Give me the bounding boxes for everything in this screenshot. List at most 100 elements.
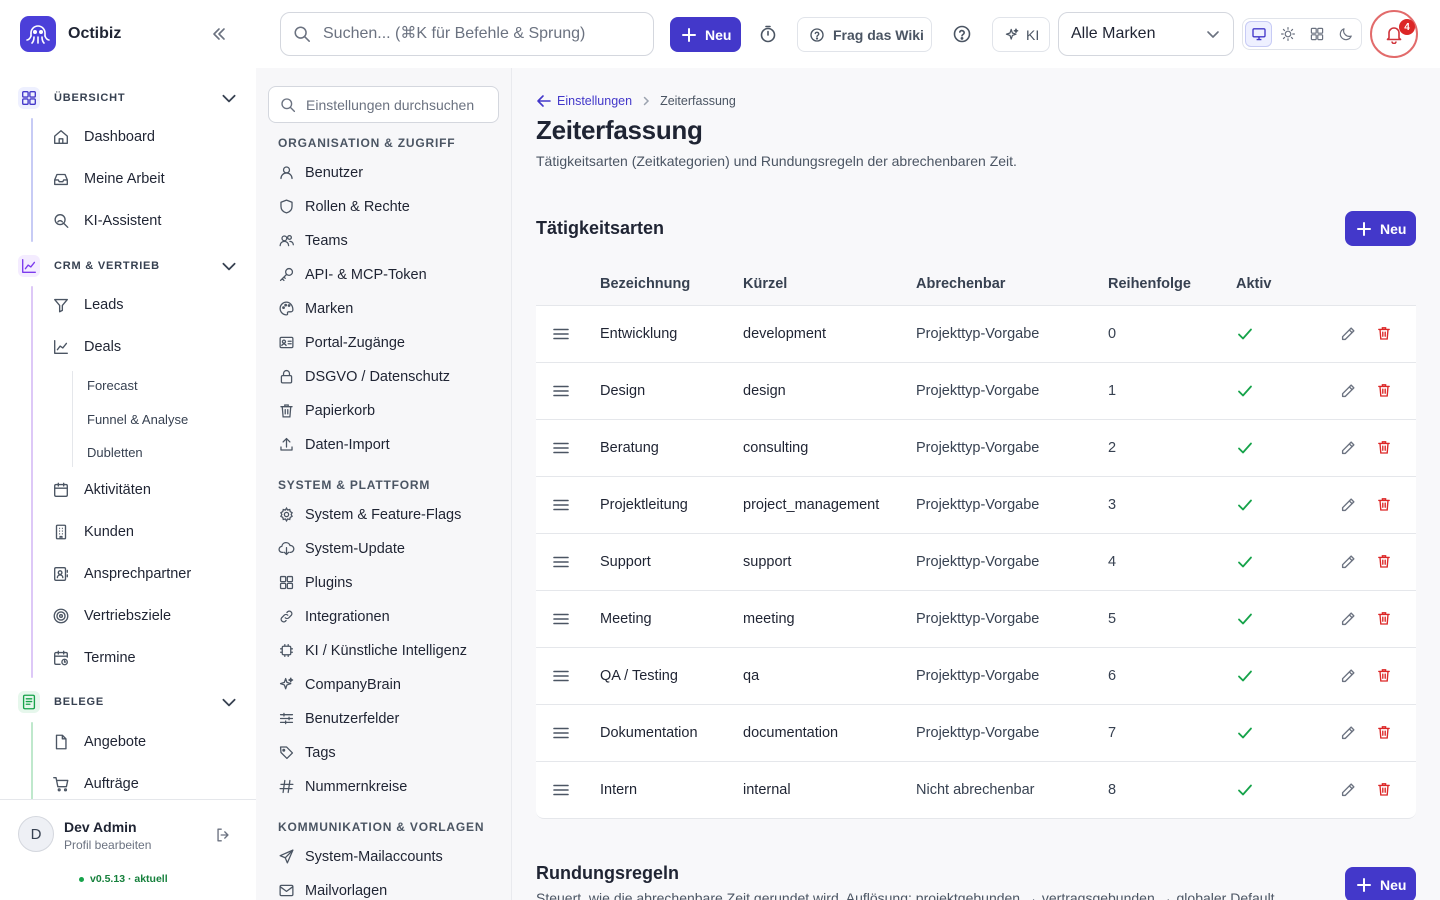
delete-trash-icon[interactable]: [1376, 724, 1392, 740]
settings-item-benutzer[interactable]: Benutzer: [278, 164, 363, 181]
table-row[interactable]: QA / Testing qa Projekttyp-Vorgabe 6: [536, 648, 1416, 705]
sidebar-item-meine-arbeit[interactable]: Meine Arbeit: [52, 170, 165, 188]
help-icon[interactable]: [952, 24, 972, 44]
settings-item-plugins[interactable]: Plugins: [278, 574, 353, 591]
table-row[interactable]: Meeting meeting Projekttyp-Vorgabe 5: [536, 591, 1416, 648]
drag-handle-icon[interactable]: [552, 553, 570, 571]
column-header[interactable]: Kürzel: [743, 276, 787, 292]
timer-icon[interactable]: [758, 24, 778, 44]
drag-handle-icon[interactable]: [552, 724, 570, 742]
brand-filter-select[interactable]: Alle Marken: [1058, 12, 1234, 56]
edit-pencil-icon[interactable]: [1339, 781, 1357, 799]
settings-search-input[interactable]: [306, 96, 491, 113]
drag-handle-icon[interactable]: [552, 325, 570, 343]
delete-trash-icon[interactable]: [1376, 382, 1392, 398]
edit-pencil-icon[interactable]: [1339, 325, 1357, 343]
drag-handle-icon[interactable]: [552, 439, 570, 457]
sidebar-item-termine[interactable]: Termine: [52, 649, 136, 667]
notifications-bell-icon[interactable]: 4: [1370, 10, 1418, 58]
table-row[interactable]: Design design Projekttyp-Vorgabe 1: [536, 363, 1416, 420]
settings-item-rollen[interactable]: Rollen & Rechte: [278, 198, 410, 215]
delete-trash-icon[interactable]: [1376, 325, 1392, 341]
sidebar-item-leads[interactable]: Leads: [52, 296, 124, 314]
sidebar-item-kunden[interactable]: Kunden: [52, 523, 134, 541]
sidebar-subitem-forecast[interactable]: Forecast: [87, 378, 138, 393]
settings-item-dsgvo[interactable]: DSGVO / Datenschutz: [278, 368, 450, 385]
settings-item-mailvorlagen[interactable]: Mailvorlagen: [278, 882, 387, 899]
edit-pencil-icon[interactable]: [1339, 382, 1357, 400]
column-header[interactable]: Bezeichnung: [600, 276, 690, 292]
table-row[interactable]: Intern internal Nicht abrechenbar 8: [536, 762, 1416, 819]
sidebar-item-angebote[interactable]: Angebote: [52, 733, 146, 751]
global-search[interactable]: [280, 12, 654, 56]
ask-wiki-button[interactable]: Frag das Wiki: [797, 17, 932, 52]
column-header[interactable]: Abrechenbar: [916, 276, 1005, 292]
collapse-sidebar-icon[interactable]: [208, 24, 230, 44]
settings-item-feature-flags[interactable]: System & Feature-Flags: [278, 506, 461, 523]
drag-handle-icon[interactable]: [552, 781, 570, 799]
avatar[interactable]: D: [18, 816, 54, 852]
settings-search[interactable]: [268, 86, 499, 123]
settings-item-nummernkreise[interactable]: Nummernkreise: [278, 778, 407, 795]
sidebar-item-ki-assistent[interactable]: KI-Assistent: [52, 212, 161, 230]
edit-pencil-icon[interactable]: [1339, 610, 1357, 628]
sidebar-item-vertriebsziele[interactable]: Vertriebsziele: [52, 607, 171, 625]
moon-icon[interactable]: [1332, 21, 1359, 47]
drag-handle-icon[interactable]: [552, 667, 570, 685]
edit-pencil-icon[interactable]: [1339, 724, 1357, 742]
chevron-down-icon[interactable]: [220, 89, 238, 107]
table-row[interactable]: Beratung consulting Projekttyp-Vorgabe 2: [536, 420, 1416, 477]
settings-item-mailaccounts[interactable]: System-Mailaccounts: [278, 848, 443, 865]
delete-trash-icon[interactable]: [1376, 439, 1392, 455]
settings-item-marken[interactable]: Marken: [278, 300, 353, 317]
drag-handle-icon[interactable]: [552, 382, 570, 400]
add-rounding-rule-button[interactable]: Neu: [1345, 867, 1416, 900]
breadcrumb-back-link[interactable]: Einstellungen: [536, 93, 632, 109]
sidebar-section-crm[interactable]: CRM & VERTRIEB: [18, 255, 160, 277]
table-row[interactable]: Support support Projekttyp-Vorgabe 4: [536, 534, 1416, 591]
sidebar-item-aktivitaeten[interactable]: Aktivitäten: [52, 481, 151, 499]
edit-pencil-icon[interactable]: [1339, 553, 1357, 571]
layout-grid-icon[interactable]: [1303, 21, 1330, 47]
settings-item-tags[interactable]: Tags: [278, 744, 336, 761]
monitor-icon[interactable]: [1245, 21, 1273, 47]
sidebar-section-uebersicht[interactable]: ÜBERSICHT: [18, 87, 125, 109]
table-row[interactable]: Entwicklung development Projekttyp-Vorgabe…: [536, 306, 1416, 363]
global-search-input[interactable]: [323, 25, 643, 43]
settings-item-ki[interactable]: KI / Künstliche Intelligenz: [278, 642, 467, 659]
brand[interactable]: Octibiz: [20, 16, 121, 52]
delete-trash-icon[interactable]: [1376, 667, 1392, 683]
column-header[interactable]: Reihenfolge: [1108, 276, 1191, 292]
settings-item-companybrain[interactable]: CompanyBrain: [278, 676, 401, 693]
sun-icon[interactable]: [1274, 21, 1301, 47]
user-name[interactable]: Dev Admin: [64, 819, 137, 835]
drag-handle-icon[interactable]: [552, 610, 570, 628]
column-header[interactable]: Aktiv: [1236, 276, 1271, 292]
settings-item-import[interactable]: Daten-Import: [278, 436, 390, 453]
table-row[interactable]: Dokumentation documentation Projekttyp-Vor…: [536, 705, 1416, 762]
add-activity-type-button[interactable]: Neu: [1345, 211, 1416, 246]
edit-pencil-icon[interactable]: [1339, 667, 1357, 685]
settings-item-api-token[interactable]: API- & MCP-Token: [278, 266, 427, 283]
settings-item-system-update[interactable]: System-Update: [278, 540, 405, 557]
settings-item-teams[interactable]: Teams: [278, 232, 348, 249]
header-new-button[interactable]: Neu: [670, 17, 741, 52]
logout-icon[interactable]: [214, 826, 232, 844]
delete-trash-icon[interactable]: [1376, 610, 1392, 626]
sidebar-section-belege[interactable]: BELEGE: [18, 691, 104, 713]
settings-item-integrationen[interactable]: Integrationen: [278, 608, 390, 625]
edit-profile-link[interactable]: Profil bearbeiten: [64, 838, 151, 852]
drag-handle-icon[interactable]: [552, 496, 570, 514]
settings-item-portal[interactable]: Portal-Zugänge: [278, 334, 405, 351]
delete-trash-icon[interactable]: [1376, 553, 1392, 569]
sidebar-item-auftraege[interactable]: Aufträge: [52, 775, 139, 793]
sidebar-item-dashboard[interactable]: Dashboard: [52, 128, 155, 146]
edit-pencil-icon[interactable]: [1339, 439, 1357, 457]
settings-item-papierkorb[interactable]: Papierkorb: [278, 402, 375, 419]
edit-pencil-icon[interactable]: [1339, 496, 1357, 514]
sidebar-item-ansprechpartner[interactable]: Ansprechpartner: [52, 565, 191, 583]
sidebar-item-deals[interactable]: Deals: [52, 338, 121, 356]
chevron-down-icon[interactable]: [220, 257, 238, 275]
chevron-down-icon[interactable]: [220, 693, 238, 711]
ki-button[interactable]: KI: [992, 17, 1050, 52]
